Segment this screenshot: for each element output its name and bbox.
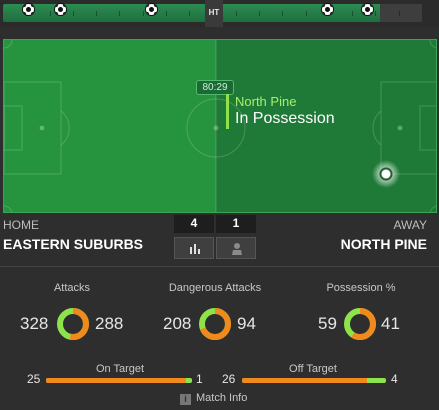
match-timeline[interactable]: HT <box>0 0 439 27</box>
possession-title: Possession % <box>326 282 396 294</box>
bar-chart-icon <box>190 244 200 254</box>
timeline-tick <box>352 11 353 16</box>
away-label: AWAY <box>393 218 427 232</box>
corner-arc <box>429 205 436 212</box>
match-clock: 80:29 <box>196 80 234 95</box>
dangerous-attacks-away-value: 94 <box>237 314 256 333</box>
timeline-tick <box>282 11 283 16</box>
timeline-tick <box>143 11 144 16</box>
away-team-name: NORTH PINE <box>340 236 427 252</box>
center-spot <box>213 125 219 131</box>
home-penalty-spot <box>39 125 45 131</box>
home-goal-area <box>4 105 23 151</box>
on-target-away-value: 1 <box>196 372 203 386</box>
possession-home-value: 59 <box>318 314 337 333</box>
timeline-tick <box>189 11 190 16</box>
goal-soccer-ball-icon[interactable] <box>22 3 35 16</box>
timeline-tick <box>50 11 51 16</box>
on-target-home-fill <box>46 378 187 383</box>
possession-team: North Pine <box>235 94 297 109</box>
timeline-tick <box>399 11 400 16</box>
away-penalty-arc <box>372 110 382 146</box>
possession-indicator: North Pine In Possession <box>226 94 335 129</box>
pitch-markings <box>4 40 436 212</box>
attacks-away-value: 288 <box>95 314 124 333</box>
possession-label: In Possession <box>235 110 335 127</box>
on-target-home-value: 25 <box>27 372 41 386</box>
home-score: 4 <box>174 215 214 233</box>
match-info-label: Match Info <box>196 392 248 404</box>
timeline-tick <box>259 11 260 16</box>
home-team-name: EASTERN SUBURBS <box>3 236 144 252</box>
corner-arc <box>4 40 13 49</box>
timeline-tick <box>306 11 307 16</box>
dangerous-attacks-title: Dangerous Attacks <box>168 282 262 294</box>
away-goal-area <box>419 105 436 151</box>
timeline-tick <box>119 11 120 16</box>
away-score: 1 <box>216 215 256 233</box>
on-target-bar <box>46 378 192 383</box>
pitch <box>3 39 437 213</box>
timeline-tick <box>375 11 376 16</box>
lineup-view-button[interactable] <box>216 237 256 259</box>
dangerous-attacks-donut <box>199 308 231 340</box>
teams-row: HOME EASTERN SUBURBS 4 1 AWAY NORTH PINE <box>0 215 439 265</box>
off-target-away-value: 4 <box>391 372 398 386</box>
home-penalty-arc <box>60 110 70 146</box>
timeline-tick <box>73 11 74 16</box>
attacks-donut <box>57 308 89 340</box>
home-label: HOME <box>3 218 39 232</box>
home-penalty-area <box>4 81 62 175</box>
possession-away-value: 41 <box>381 314 400 333</box>
goal-soccer-ball-icon[interactable] <box>54 3 67 16</box>
pitch-panel: 80:29 North Pine In Possession <box>0 38 439 215</box>
timeline-tick <box>166 11 167 16</box>
away-penalty-spot <box>397 125 403 131</box>
off-target-home-value: 26 <box>222 372 236 386</box>
ball-position-marker <box>372 160 400 188</box>
goal-soccer-ball-icon[interactable] <box>361 3 374 16</box>
corner-arc <box>4 205 13 212</box>
goal-soccer-ball-icon[interactable] <box>145 3 158 16</box>
off-target-bar <box>242 378 386 383</box>
corner-arc <box>429 40 436 49</box>
off-target-title: Off Target <box>289 363 337 375</box>
goal-soccer-ball-icon[interactable] <box>321 3 334 16</box>
info-icon: i <box>180 394 191 405</box>
attacks-title: Attacks <box>53 282 91 294</box>
player-icon <box>232 243 242 255</box>
stats-view-button[interactable] <box>174 237 214 259</box>
match-info-link[interactable]: i Match Info <box>180 392 247 405</box>
timeline-tick <box>96 11 97 16</box>
off-target-home-fill <box>242 378 367 383</box>
on-target-title: On Target <box>95 363 145 375</box>
dangerous-attacks-home-value: 208 <box>163 314 192 333</box>
timeline-tick <box>236 11 237 16</box>
timeline-remaining-track <box>380 4 422 22</box>
section-divider <box>0 266 439 267</box>
attacks-home-value: 328 <box>20 314 49 333</box>
halftime-marker: HT <box>205 0 223 27</box>
possession-donut <box>344 308 376 340</box>
